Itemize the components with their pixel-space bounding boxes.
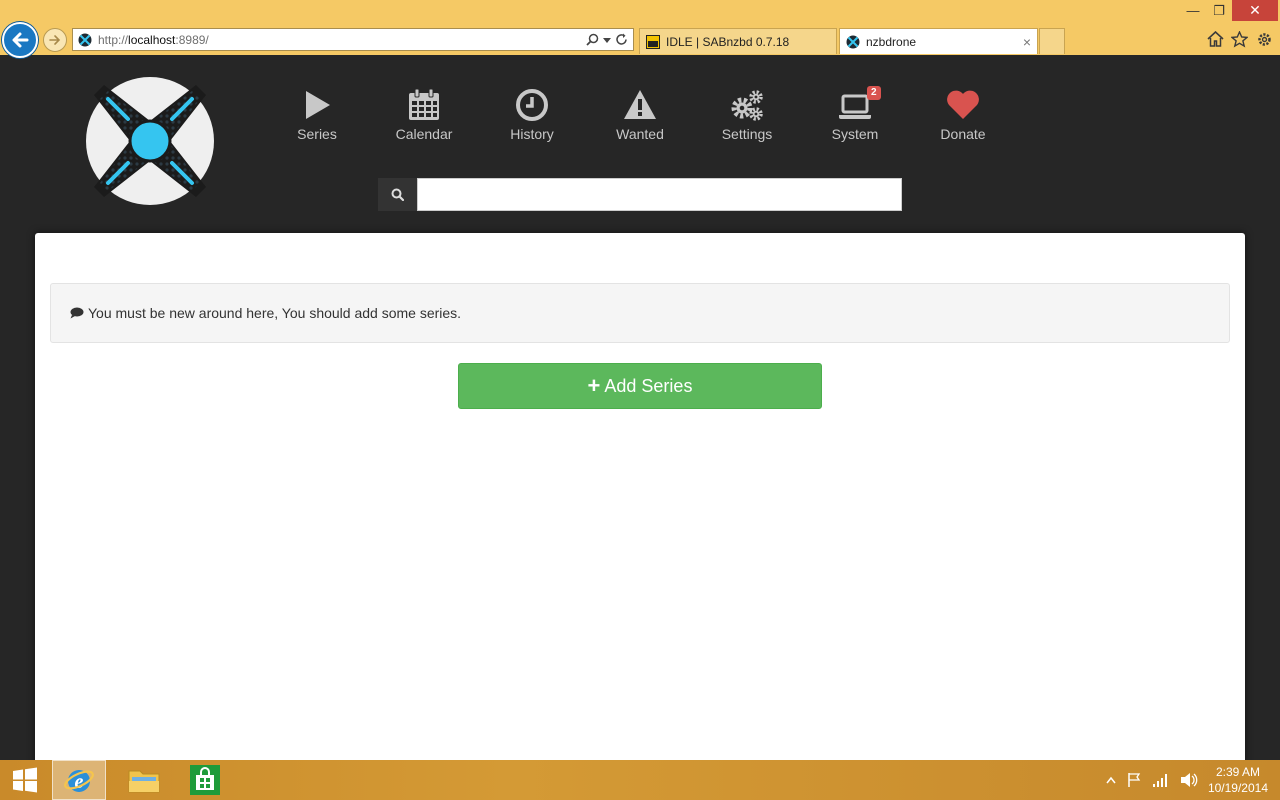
heart-icon — [947, 90, 979, 119]
menu-system[interactable]: 2 System — [810, 86, 900, 142]
menu-history[interactable]: History — [487, 88, 577, 142]
tab-sabnzbd[interactable]: IDLE | SABnzbd 0.7.18 — [639, 28, 837, 54]
internet-explorer-taskbar-button[interactable]: e — [52, 760, 106, 800]
menu-wanted[interactable]: Wanted — [595, 88, 685, 142]
close-window-button[interactable]: ✕ — [1232, 0, 1278, 21]
search-addon — [378, 178, 417, 211]
minimize-button[interactable]: — — [1180, 0, 1206, 21]
series-search — [378, 178, 902, 211]
clock-time: 2:39 AM — [1215, 765, 1260, 779]
nzbdrone-app: Series Calendar History Wanted Settings … — [0, 55, 1280, 760]
menu-donate[interactable]: Donate — [918, 88, 1008, 142]
home-icon[interactable] — [1205, 29, 1225, 49]
forward-button[interactable] — [43, 28, 67, 52]
menu-label: Donate — [940, 126, 986, 142]
add-series-button[interactable]: + Add Series — [458, 363, 822, 409]
arrow-right-icon — [49, 35, 61, 45]
notice-text: You must be new around here, You should … — [88, 305, 462, 321]
plus-icon: + — [587, 373, 601, 398]
windows-taskbar: e 2:39 AM 10/19/2014 — [0, 760, 1280, 800]
tab-nzbdrone[interactable]: nzbdrone × — [839, 28, 1038, 54]
menu-label: Series — [297, 126, 337, 142]
file-explorer-taskbar-button[interactable] — [117, 760, 171, 800]
tab-title: nzbdrone — [866, 34, 917, 49]
sabnzbd-icon — [646, 34, 660, 49]
system-badge: 2 — [867, 86, 881, 100]
taskbar-clock[interactable]: 2:39 AM 10/19/2014 — [1208, 764, 1268, 796]
refresh-icon[interactable] — [615, 33, 628, 46]
search-icon[interactable] — [586, 33, 599, 46]
search-icon — [391, 188, 404, 201]
menu-label: History — [510, 126, 554, 142]
clock-icon — [516, 89, 548, 121]
maximize-button[interactable]: ❐ — [1206, 0, 1232, 21]
nzbdrone-favicon-icon — [78, 33, 92, 46]
browser-chrome: http://localhost:8989/ IDLE | SABnzbd 0.… — [0, 0, 1280, 58]
store-icon — [190, 765, 220, 795]
calendar-icon — [409, 88, 439, 120]
menu-settings[interactable]: Settings — [702, 88, 792, 142]
nzbdrone-logo[interactable] — [86, 77, 214, 205]
menu-label: System — [831, 126, 879, 142]
favorites-star-icon[interactable] — [1229, 29, 1249, 49]
system-tray: 2:39 AM 10/19/2014 — [1106, 760, 1280, 800]
add-series-label: Add Series — [604, 375, 693, 396]
search-input[interactable] — [417, 178, 902, 211]
comment-icon — [70, 307, 84, 319]
address-tools — [586, 33, 633, 46]
address-bar[interactable]: http://localhost:8989/ — [72, 28, 634, 51]
show-hidden-icons-icon[interactable] — [1106, 776, 1116, 784]
close-tab-icon[interactable]: × — [1023, 34, 1031, 50]
back-button[interactable] — [2, 22, 38, 58]
new-tab-button[interactable] — [1039, 28, 1065, 54]
chevron-down-icon[interactable] — [603, 36, 611, 44]
arrow-left-icon — [12, 32, 29, 48]
warning-icon — [624, 90, 656, 119]
store-taskbar-button[interactable] — [178, 760, 232, 800]
empty-series-notice: You must be new around here, You should … — [50, 283, 1230, 343]
action-center-flag-icon[interactable] — [1126, 772, 1142, 788]
tab-title: IDLE | SABnzbd 0.7.18 — [666, 34, 790, 49]
url-protocol: http:// — [98, 32, 129, 47]
volume-icon[interactable] — [1180, 772, 1198, 788]
menu-label: Settings — [721, 126, 773, 142]
url-host: localhost — [128, 32, 176, 47]
start-button[interactable] — [0, 760, 50, 800]
clock-date: 10/19/2014 — [1207, 781, 1268, 795]
url-port: :8989/ — [175, 32, 209, 47]
network-signal-icon[interactable] — [1152, 773, 1170, 787]
menu-calendar[interactable]: Calendar — [379, 88, 469, 142]
content-card: You must be new around here, You should … — [35, 233, 1245, 760]
play-icon — [306, 91, 330, 119]
windows-logo-icon — [13, 767, 37, 793]
gears-icon — [731, 90, 763, 121]
nzbdrone-icon — [846, 35, 860, 48]
tools-gear-icon[interactable] — [1254, 29, 1274, 49]
menu-label: Calendar — [395, 126, 453, 142]
menu-series[interactable]: Series — [272, 88, 362, 142]
menu-label: Wanted — [616, 126, 664, 142]
folder-icon — [128, 770, 160, 793]
internet-explorer-icon: e — [64, 770, 94, 793]
